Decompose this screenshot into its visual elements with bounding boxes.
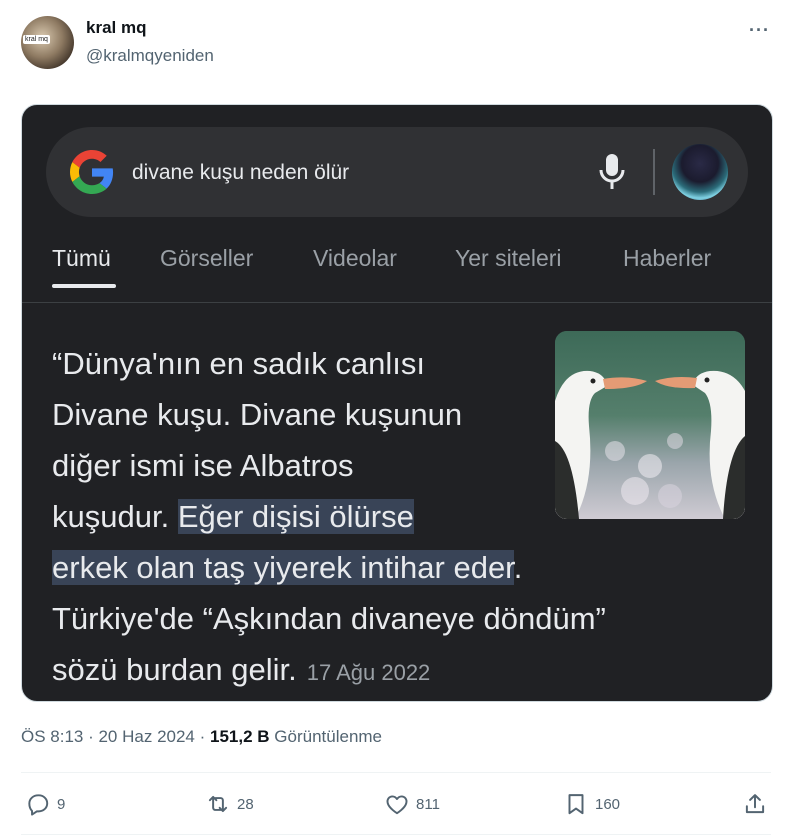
- google-g-icon: [70, 150, 114, 194]
- reply-count: 9: [57, 795, 66, 813]
- repost-count: 28: [237, 795, 254, 813]
- divider: [21, 834, 771, 835]
- like-count: 811: [416, 795, 440, 813]
- tab-places: Yer siteleri: [455, 245, 562, 271]
- search-query: divane kuşu neden ölür: [132, 161, 350, 184]
- search-bar: divane kuşu neden ölür: [46, 127, 748, 217]
- snippet-line: Türkiye'de “Aşkından divaneye döndüm”: [52, 601, 606, 636]
- share-icon: [745, 794, 765, 814]
- search-tabs: Tümü Görseller Videolar Yer siteleri Hab…: [22, 245, 772, 303]
- search-divider: [653, 149, 655, 195]
- tab-images: Görseller: [160, 245, 254, 271]
- snippet-text: .: [513, 550, 523, 585]
- microphone-icon: [599, 154, 625, 189]
- post-media[interactable]: divane kuşu neden ölür Tümü Görseller Vi…: [21, 104, 773, 702]
- tab-all: Tümü: [52, 245, 111, 271]
- snippet-date: 17 Ağu 2022: [306, 660, 431, 685]
- snippet-line: erkek olan taş yiyerek intihar eder.: [52, 542, 702, 593]
- google-profile-avatar: [672, 144, 728, 200]
- tab-news: Haberler: [623, 245, 712, 271]
- user-handle[interactable]: @kralmqyeniden: [86, 46, 214, 66]
- heart-icon: [386, 795, 408, 815]
- avatar-label: kral mq: [23, 35, 50, 44]
- snippet-text: kuşudur.: [52, 499, 178, 534]
- bookmark-icon: [568, 794, 584, 815]
- snippet-line: sözü burdan gelir. 17 Ağu 2022: [52, 644, 702, 698]
- bookmark-button[interactable]: 160: [563, 791, 620, 817]
- avatar[interactable]: kral mq: [21, 16, 74, 69]
- post-meta: ÖS 8:13 · 20 Haz 2024 · 151,2 B Görüntül…: [21, 727, 382, 747]
- repost-button[interactable]: 28: [205, 791, 254, 817]
- repost-icon: [208, 795, 228, 813]
- bookmark-count: 160: [595, 795, 621, 813]
- meta-separator: ·: [194, 727, 210, 746]
- snippet-highlight: erkek olan taş yiyerek intihar eder: [52, 550, 514, 585]
- snippet-text: sözü burdan gelir.: [52, 652, 297, 687]
- albatross-image: [555, 331, 745, 519]
- reply-button[interactable]: 9: [25, 791, 65, 817]
- share-button[interactable]: [742, 791, 768, 817]
- post-timestamp[interactable]: ÖS 8:13 · 20 Haz 2024: [21, 727, 195, 746]
- snippet-highlight: Eğer dişisi ölürse: [177, 499, 414, 534]
- display-name[interactable]: kral mq: [86, 18, 146, 38]
- more-options-icon[interactable]: ···: [749, 20, 770, 41]
- views-count: 151,2 B: [210, 727, 270, 746]
- divider: [21, 772, 771, 773]
- active-tab-indicator: [52, 284, 116, 288]
- like-button[interactable]: 811: [384, 791, 440, 817]
- reply-icon: [28, 794, 49, 816]
- views-label: Görüntülenme: [274, 727, 383, 746]
- tab-videos: Videolar: [313, 245, 397, 271]
